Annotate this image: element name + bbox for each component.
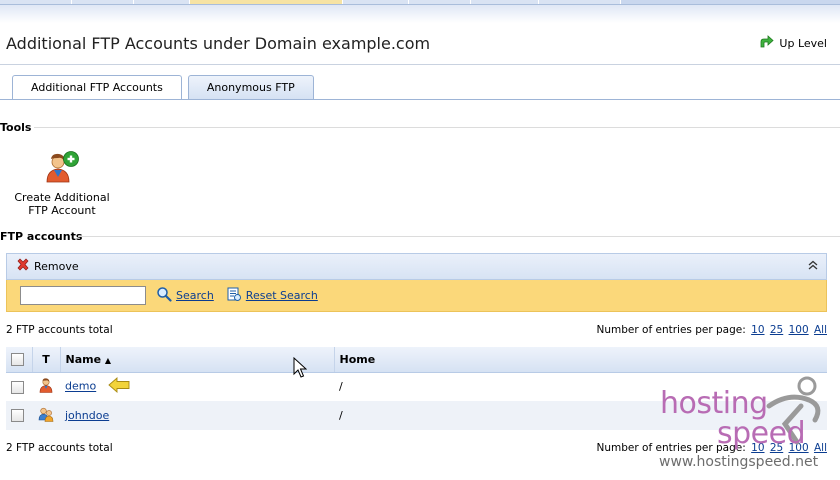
page-title: Additional FTP Accounts under Domain exa… — [6, 34, 431, 53]
tab-anonymous-ftp[interactable]: Anonymous FTP — [187, 75, 314, 100]
watermark-url: www.hostingspeed.net — [659, 454, 819, 470]
account-name-link[interactable]: demo — [65, 380, 96, 393]
watermark-line2: speed — [717, 416, 806, 451]
row-select-cell — [6, 372, 32, 401]
title-divider — [0, 64, 840, 65]
per-page-25-link[interactable]: 25 — [770, 324, 783, 336]
top-nav-segment-active[interactable] — [190, 0, 343, 4]
top-nav-segment[interactable] — [409, 0, 471, 4]
top-nav-segment[interactable] — [471, 0, 539, 4]
select-all-checkbox[interactable] — [11, 353, 24, 366]
up-level-label: Up Level — [779, 37, 827, 50]
tools-divider — [34, 127, 840, 128]
tools-heading: Tools — [0, 121, 32, 134]
list-action-bar: Remove — [6, 253, 827, 280]
top-nav-segment[interactable] — [134, 0, 190, 4]
tab-additional-ftp-accounts[interactable]: Additional FTP Accounts — [12, 75, 182, 100]
reset-search-label: Reset Search — [245, 289, 318, 302]
magnifier-icon — [156, 286, 172, 305]
page: Additional FTP Accounts under Domain exa… — [0, 0, 840, 480]
top-nav-segment[interactable] — [343, 0, 409, 4]
top-nav-segment[interactable] — [0, 0, 72, 4]
home-column-header[interactable]: Home — [333, 347, 827, 373]
remove-x-icon — [16, 258, 30, 275]
accounts-total-top: 2 FTP accounts total — [6, 324, 113, 336]
row-type-cell — [32, 401, 60, 430]
row-select-cell — [6, 401, 32, 430]
remove-button[interactable]: Remove — [16, 258, 79, 275]
collapse-chevron-icon[interactable] — [808, 260, 818, 273]
row-name-cell: johndoe — [60, 401, 334, 430]
row-checkbox[interactable] — [11, 409, 24, 423]
reset-search-icon — [226, 286, 242, 305]
sort-ascending-icon: ▲ — [104, 355, 112, 365]
search-button[interactable]: Search — [156, 286, 214, 305]
row-checkbox[interactable] — [11, 380, 24, 394]
row-type-cell — [32, 372, 60, 401]
hostingspeed-watermark: hosting speed www.hostingspeed.net — [657, 376, 837, 476]
account-name-link[interactable]: johndoe — [65, 409, 109, 422]
tabs-divider — [0, 99, 840, 100]
top-nav-segment[interactable] — [539, 0, 621, 4]
per-page-10-link[interactable]: 10 — [751, 324, 764, 336]
per-page-100-link[interactable]: 100 — [789, 324, 809, 336]
user-add-icon — [6, 150, 118, 187]
user-shared-icon — [38, 407, 54, 425]
remove-label: Remove — [34, 260, 79, 273]
reset-search-button[interactable]: Reset Search — [226, 286, 318, 305]
top-nav-segment[interactable] — [72, 0, 134, 4]
mouse-pointer-icon — [293, 356, 308, 383]
ftp-accounts-heading: FTP accounts — [0, 230, 83, 243]
create-ftp-account-button[interactable]: Create Additional FTP Account — [6, 150, 118, 217]
select-all-cell — [6, 347, 32, 373]
entries-per-page-top: Number of entries per page: 10 25 100 Al… — [597, 324, 827, 336]
user-icon — [38, 378, 54, 396]
ftp-accounts-divider — [78, 236, 840, 237]
name-column-label: Name — [65, 352, 102, 366]
per-page-all-link[interactable]: All — [814, 324, 827, 336]
table-header-row: T Name ▲ Home — [6, 347, 827, 373]
search-bar: Search Reset Search — [6, 280, 827, 312]
up-level-button[interactable]: Up Level — [759, 34, 827, 53]
create-ftp-account-label: Create Additional FTP Account — [14, 191, 110, 217]
entries-per-page-label: Number of entries per page: — [596, 324, 746, 336]
up-level-arrow-icon — [759, 34, 775, 53]
accounts-total-bottom: 2 FTP accounts total — [6, 442, 113, 454]
search-input[interactable] — [20, 286, 146, 305]
header-gradient — [0, 5, 840, 23]
search-label: Search — [176, 289, 214, 302]
tab-bar: Additional FTP Accounts Anonymous FTP — [12, 75, 314, 100]
pointer-arrow-icon — [108, 377, 130, 396]
type-column-header[interactable]: T — [31, 347, 60, 373]
